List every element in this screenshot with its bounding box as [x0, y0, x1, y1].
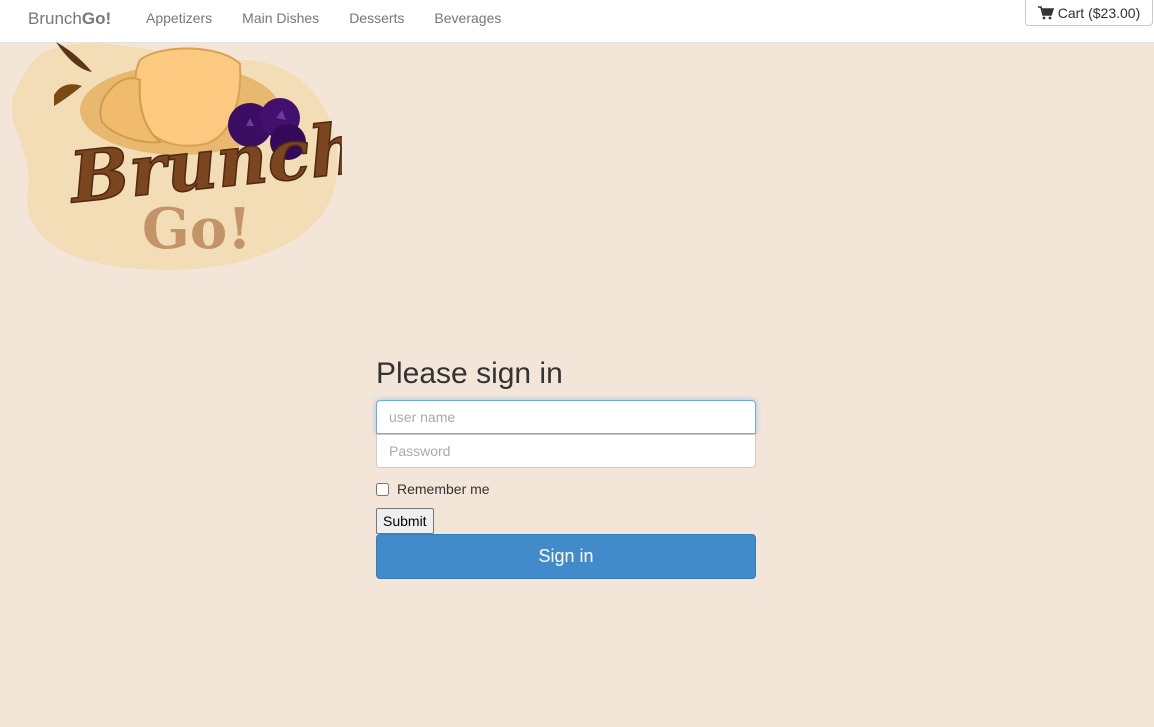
- nav-beverages[interactable]: Beverages: [434, 10, 501, 26]
- username-input[interactable]: [376, 400, 756, 434]
- signin-heading: Please sign in: [376, 357, 563, 390]
- password-input[interactable]: [376, 434, 756, 468]
- remember-me-checkbox[interactable]: [376, 482, 389, 496]
- brand-regular: Brunch: [28, 9, 82, 28]
- brand-link[interactable]: BrunchGo!: [28, 9, 111, 29]
- nav-desserts[interactable]: Desserts: [349, 10, 404, 26]
- nav-appetizers[interactable]: Appetizers: [146, 10, 212, 26]
- cart-label: Cart ($23.00): [1057, 4, 1141, 21]
- signin-button[interactable]: Sign in: [376, 534, 756, 579]
- cart-button[interactable]: Cart ($23.00): [1025, 0, 1153, 26]
- logo-word-go: Go!: [142, 196, 252, 262]
- remember-me-label: Remember me: [397, 481, 490, 497]
- shopping-cart-icon: [1037, 5, 1054, 19]
- nav-links: Appetizers Main Dishes Desserts Beverage…: [146, 10, 531, 26]
- brunchgo-logo: Brunch Go!: [11, 42, 342, 271]
- nav-main-dishes[interactable]: Main Dishes: [242, 10, 319, 26]
- signin-form: Please sign in Remember me Submit Sign i…: [376, 355, 756, 579]
- remember-me-row[interactable]: Remember me: [376, 481, 756, 497]
- top-navbar: BrunchGo! Appetizers Main Dishes Dessert…: [0, 0, 1154, 43]
- submit-button[interactable]: Submit: [376, 508, 434, 534]
- brand-bold: Go!: [81, 9, 112, 28]
